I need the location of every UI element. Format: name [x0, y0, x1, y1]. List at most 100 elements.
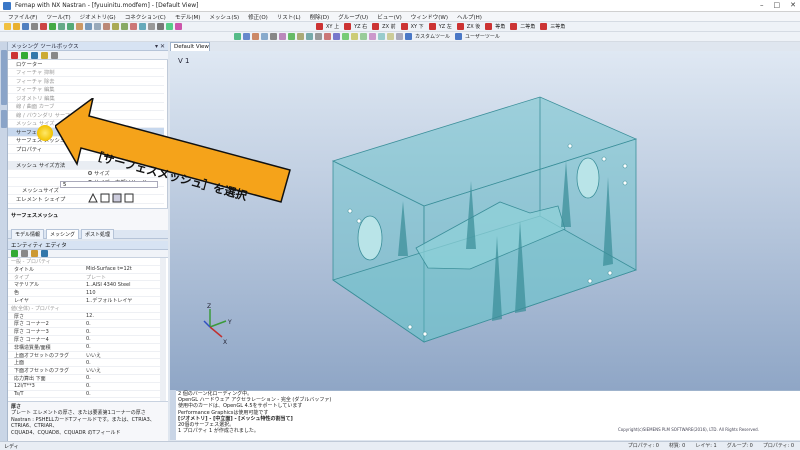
view-zx-icon[interactable] — [372, 23, 380, 30]
layer-icon[interactable] — [351, 33, 358, 40]
entity-editor-value[interactable]: いいえ — [86, 367, 101, 374]
entity-editor-row[interactable]: 上面 0. — [8, 359, 164, 368]
view-zx2-icon[interactable] — [456, 23, 464, 30]
entity-editor-value[interactable]: 0. — [86, 329, 91, 335]
analysis-icon[interactable] — [166, 23, 173, 30]
select-icon[interactable] — [234, 33, 241, 40]
toolbox-save-icon[interactable] — [31, 51, 38, 59]
wireframe-icon[interactable] — [315, 33, 322, 40]
entity-editor-row[interactable]: 上面オフセットのフラグ いいえ — [8, 352, 164, 360]
view-zx-front-button[interactable]: ZX 前 — [382, 23, 395, 30]
entity-visibility-icon[interactable] — [342, 33, 349, 40]
entity-editor-row[interactable]: 厚さ 12. — [8, 313, 164, 321]
toolbox-check-icon[interactable] — [21, 51, 28, 59]
entity-editor-value[interactable]: 0. — [86, 383, 91, 389]
minimize-icon[interactable]: – — [760, 1, 764, 9]
constraint-icon[interactable] — [139, 23, 146, 30]
tab-meshing[interactable]: メッシング — [46, 229, 80, 239]
menu-window[interactable]: ウィンドウ(W) — [411, 13, 448, 21]
entity-editor-value[interactable]: 0. — [86, 391, 91, 397]
entity-editor-row[interactable]: 非構造質量/面積 0. — [8, 344, 164, 352]
node-icon[interactable] — [94, 23, 101, 30]
menu-modify[interactable]: 修正(O) — [248, 13, 268, 21]
new-icon[interactable] — [4, 23, 11, 30]
menu-connection[interactable]: コネクション(C) — [125, 13, 166, 21]
trimetric-icon[interactable] — [540, 23, 548, 30]
save-icon[interactable] — [22, 23, 29, 30]
menu-geometry[interactable]: ジオメトリ(G) — [80, 13, 116, 21]
entity-editor-row[interactable]: タイトル Mid-Surface t=12t — [8, 266, 164, 274]
menu-tools[interactable]: ツール(T) — [46, 13, 70, 21]
entity-editor-value[interactable]: 12. — [86, 313, 94, 319]
entity-editor-row[interactable]: マテリアル 1..AISI 4340 Steel — [8, 281, 164, 290]
point-icon[interactable] — [58, 23, 65, 30]
toolbox-item-locator[interactable]: ロケーター — [8, 60, 164, 69]
entity-editor-row[interactable]: 色 110 — [8, 289, 164, 297]
info-icon[interactable] — [41, 250, 48, 257]
element-icon[interactable] — [103, 23, 110, 30]
entity-editor-value[interactable]: 0. — [86, 360, 91, 366]
toolbox-options-icon[interactable] — [51, 51, 58, 59]
ok-icon[interactable] — [11, 250, 18, 257]
pan-icon[interactable] — [243, 33, 250, 40]
shade-icon[interactable] — [288, 33, 295, 40]
label-icon[interactable] — [324, 33, 331, 40]
maximize-icon[interactable]: □ — [774, 1, 781, 9]
solid-icon[interactable] — [85, 23, 92, 30]
view-zx-back-button[interactable]: ZX 後 — [467, 23, 480, 30]
material-icon[interactable] — [112, 23, 119, 30]
view-yz-left-button[interactable]: YZ 左 — [439, 23, 452, 30]
default-view-tab[interactable]: Default View — [170, 42, 210, 51]
entity-editor-row[interactable]: 厚さ コーナー2 0. — [8, 320, 164, 329]
entity-editor-value[interactable]: 0. — [86, 375, 91, 381]
pin-close-icon[interactable]: ▾ ✕ — [155, 43, 165, 50]
view-trimetric-button[interactable]: 三等角 — [550, 23, 565, 30]
free-edge-icon[interactable] — [306, 33, 313, 40]
menu-file[interactable]: ファイル(F) — [8, 13, 37, 21]
toolbox-folder-icon[interactable] — [41, 51, 48, 59]
entity-editor-value[interactable]: 110 — [86, 290, 96, 296]
post-icon[interactable] — [175, 23, 182, 30]
vertical-tab-model-info[interactable] — [1, 50, 7, 105]
group-icon[interactable] — [157, 23, 164, 30]
toolbox-item-feature-suppression[interactable]: フィーチャ 抑制 — [8, 69, 164, 77]
edit-icon[interactable] — [31, 250, 38, 257]
isometric-icon[interactable] — [485, 23, 493, 30]
dimetric-icon[interactable] — [510, 23, 518, 30]
redo-icon[interactable] — [49, 23, 56, 30]
entity-editor-row[interactable]: レイヤ 1..デフォルトレイヤ — [8, 297, 164, 305]
view-xy-bottom-button[interactable]: XY 下 — [411, 23, 424, 30]
sort-icon[interactable] — [21, 250, 28, 257]
rotate-icon[interactable] — [261, 33, 268, 40]
entity-editor-value[interactable]: プレート — [86, 274, 106, 281]
menu-model[interactable]: モデル(M) — [175, 13, 201, 21]
hidden-line-icon[interactable] — [297, 33, 304, 40]
custom-tools-button[interactable]: カスタムツール — [415, 33, 450, 40]
view-xy-top-button[interactable]: XY 上 — [326, 23, 339, 30]
close-icon[interactable]: ✕ — [790, 1, 796, 9]
toolbox-item-feature-removal[interactable]: フィーチャ 除去 — [8, 77, 164, 86]
entity-editor-value[interactable]: 1..デフォルトレイヤ — [86, 297, 132, 304]
menu-help[interactable]: ヘルプ(H) — [457, 13, 482, 21]
tab-model-info[interactable]: モデル情報 — [11, 229, 45, 239]
view-options-icon[interactable] — [333, 33, 340, 40]
deform-icon[interactable] — [378, 33, 385, 40]
entity-editor-row[interactable]: 応力算出 下面 0. — [8, 375, 164, 383]
open-icon[interactable] — [13, 23, 20, 30]
custom-tool-icon[interactable] — [405, 33, 412, 40]
menu-mesh[interactable]: メッシュ(S) — [209, 13, 239, 21]
curve-icon[interactable] — [67, 23, 74, 30]
entity-editor-row[interactable]: 厚さ コーナー3 0. — [8, 328, 164, 336]
user-tools-button[interactable]: ユーザーツール — [465, 33, 500, 40]
view-yz2-icon[interactable] — [428, 23, 436, 30]
mesh-icon[interactable] — [148, 23, 155, 30]
entity-editor-value[interactable]: 0. — [86, 344, 91, 350]
undo-icon[interactable] — [40, 23, 47, 30]
view-yz-icon[interactable] — [344, 23, 352, 30]
property-icon[interactable] — [121, 23, 128, 30]
vertical-tab-data-table[interactable] — [1, 110, 7, 128]
entity-editor-value[interactable]: 0. — [86, 336, 91, 342]
entity-editor-value[interactable]: いいえ — [86, 352, 101, 359]
user-tool-icon[interactable] — [455, 33, 463, 40]
entity-editor-row[interactable]: 下面オフセットのフラグ いいえ — [8, 367, 164, 375]
